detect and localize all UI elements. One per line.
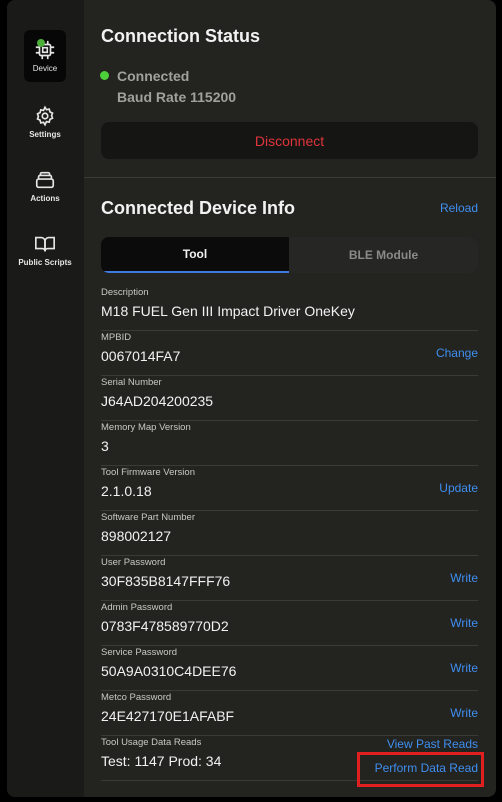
connected-status-dot — [100, 71, 109, 80]
field-value: Test: 1147 Prod: 34 — [101, 753, 222, 769]
field-label: Metco Password — [101, 692, 172, 703]
field-mpbid: MPBID 0067014FA7 Change — [101, 330, 478, 376]
tab-ble-module[interactable]: BLE Module — [289, 237, 478, 273]
field-label: Tool Firmware Version — [101, 467, 195, 478]
write-metco-password-link[interactable]: Write — [450, 706, 478, 720]
field-value: 30F835B8147FFF76 — [101, 573, 231, 589]
field-software-part-number: Software Part Number 898002127 — [101, 510, 478, 556]
view-past-reads-link[interactable]: View Past Reads — [387, 737, 478, 751]
highlight-box — [357, 752, 484, 787]
main-panel: Connection Status Connected Baud Rate 11… — [84, 0, 496, 797]
update-firmware-link[interactable]: Update — [439, 481, 478, 495]
tab-tool[interactable]: Tool — [101, 237, 289, 273]
reload-link[interactable]: Reload — [440, 201, 478, 215]
field-value: 50A9A0310C4DEE76 — [101, 663, 237, 679]
baud-rate-text: Baud Rate 115200 — [117, 89, 237, 105]
field-memory-map-version: Memory Map Version 3 — [101, 420, 478, 466]
sidebar-item-label: Public Scripts — [18, 258, 72, 267]
connection-indicator-dot — [37, 39, 45, 47]
field-value: 0783F478589770D2 — [101, 618, 229, 634]
sidebar-item-label: Device — [32, 64, 58, 73]
sidebar-item-label: Settings — [29, 130, 61, 139]
sidebar-item-device[interactable]: Device — [24, 30, 66, 82]
field-value: 3 — [101, 438, 109, 454]
sidebar: Device Settings Actions Public Scripts — [7, 0, 84, 797]
field-metco-password: Metco Password 24E427170E1AFABF Write — [101, 690, 478, 736]
change-mpbid-link[interactable]: Change — [436, 346, 478, 360]
field-description: Description M18 FUEL Gen III Impact Driv… — [101, 285, 478, 331]
book-icon — [34, 233, 56, 255]
device-tabs: Tool BLE Module — [101, 237, 478, 273]
sidebar-item-public-scripts[interactable]: Public Scripts — [18, 224, 72, 276]
connection-status-text: Connected — [117, 68, 190, 84]
field-label: Software Part Number — [101, 512, 195, 523]
field-label: Tool Usage Data Reads — [101, 737, 202, 748]
field-label: Service Password — [101, 647, 178, 658]
field-admin-password: Admin Password 0783F478589770D2 Write — [101, 600, 478, 646]
field-label: Description — [101, 287, 149, 298]
stack-icon — [34, 169, 56, 191]
field-user-password: User Password 30F835B8147FFF76 Write — [101, 555, 478, 601]
sidebar-item-label: Actions — [30, 194, 60, 203]
sidebar-item-settings[interactable]: Settings — [24, 96, 66, 148]
field-tool-firmware-version: Tool Firmware Version 2.1.0.18 Update — [101, 465, 478, 511]
field-label: User Password — [101, 557, 166, 568]
field-label: Admin Password — [101, 602, 173, 613]
field-label: Memory Map Version — [101, 422, 191, 433]
connection-status-title: Connection Status — [101, 26, 261, 46]
write-service-password-link[interactable]: Write — [450, 661, 478, 675]
write-user-password-link[interactable]: Write — [450, 571, 478, 585]
write-admin-password-link[interactable]: Write — [450, 616, 478, 630]
disconnect-button[interactable]: Disconnect — [101, 122, 478, 159]
field-value: 2.1.0.18 — [101, 483, 152, 499]
gear-icon — [34, 105, 56, 127]
field-value: J64AD204200235 — [101, 393, 214, 409]
field-label: Serial Number — [101, 377, 162, 388]
section-divider — [84, 177, 496, 178]
field-value: 898002127 — [101, 528, 172, 544]
field-service-password: Service Password 50A9A0310C4DEE76 Write — [101, 645, 478, 691]
field-value: 24E427170E1AFABF — [101, 708, 235, 724]
field-value: M18 FUEL Gen III Impact Driver OneKey — [101, 303, 355, 319]
field-serial-number: Serial Number J64AD204200235 — [101, 375, 478, 421]
app-window: Device Settings Actions Public Scripts C… — [7, 0, 496, 797]
field-value: 0067014FA7 — [101, 348, 181, 364]
sidebar-item-actions[interactable]: Actions — [24, 160, 66, 212]
device-info-title: Connected Device Info — [101, 198, 296, 218]
field-label: MPBID — [101, 332, 132, 343]
